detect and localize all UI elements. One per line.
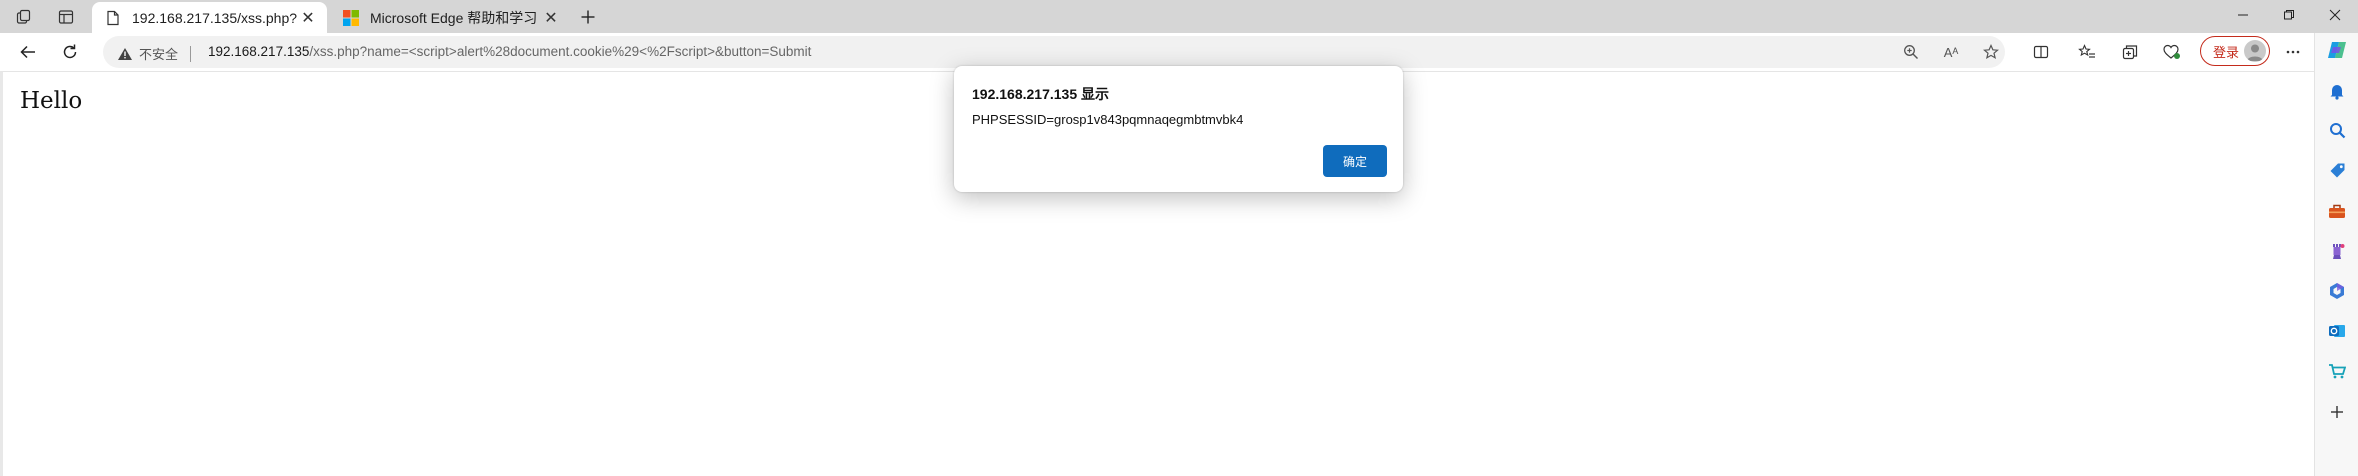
address-bar[interactable]: 不安全 192.168.217.135/xss.php?name=<script… (103, 36, 2005, 68)
avatar (2244, 40, 2266, 62)
favorites-icon[interactable] (2073, 38, 2101, 66)
add-icon[interactable] (2325, 400, 2349, 424)
shopping-icon[interactable] (2325, 359, 2349, 383)
refresh-icon[interactable] (55, 37, 85, 67)
bell-icon[interactable] (2325, 79, 2349, 103)
tab-title: 192.168.217.135/xss.php?name= (132, 9, 297, 26)
workspaces-icon[interactable] (12, 5, 36, 29)
dialog-message: PHPSESSID=grosp1v843pqmnaqegmbtmvbk4 (972, 112, 1244, 127)
tab-title: Microsoft Edge 帮助和学习 (370, 9, 538, 26)
new-tab-icon[interactable] (575, 4, 601, 30)
favorite-star-icon[interactable] (1979, 40, 2003, 64)
dialog-title: 192.168.217.135 显示 (972, 86, 1109, 102)
more-options-icon[interactable] (2279, 38, 2307, 66)
back-icon[interactable] (13, 37, 43, 67)
url-path: /xss.php?name=<script>alert%28document.c… (309, 44, 812, 59)
tag-icon[interactable] (2325, 158, 2349, 182)
tab-strip: 192.168.217.135/xss.php?name= ✕ Microsof… (0, 0, 2358, 33)
microsoft-logo-icon (342, 9, 360, 27)
alert-dialog: 192.168.217.135 显示 PHPSESSID=grosp1v843p… (954, 66, 1403, 192)
zoom-icon[interactable] (1899, 40, 1923, 64)
warning-icon (117, 47, 133, 61)
games-icon[interactable] (2325, 239, 2349, 263)
split-screen-icon[interactable] (2027, 38, 2055, 66)
read-aloud-glyph: Aᴬ (1943, 44, 1959, 60)
outlook-icon[interactable] (2325, 319, 2349, 343)
edge-sidebar (2314, 33, 2358, 476)
vertical-tabs-icon[interactable] (54, 5, 78, 29)
security-label: 不安全 (139, 47, 179, 62)
copilot-icon[interactable] (2325, 38, 2349, 62)
ok-button[interactable]: 确定 (1323, 145, 1387, 177)
restore-icon[interactable] (2266, 0, 2312, 30)
tab-xss-php[interactable]: 192.168.217.135/xss.php?name= ✕ (92, 2, 327, 33)
close-window-icon[interactable] (2312, 0, 2358, 30)
collections-icon[interactable] (2116, 38, 2144, 66)
url-host: 192.168.217.135 (208, 44, 310, 59)
close-tab-icon[interactable]: ✕ (297, 7, 319, 29)
tab-edge-help[interactable]: Microsoft Edge 帮助和学习 ✕ (330, 2, 570, 33)
office-icon[interactable] (2325, 279, 2349, 303)
minimize-icon[interactable] (2220, 0, 2266, 30)
document-icon (104, 9, 122, 27)
login-label: 登录 (2213, 44, 2240, 60)
divider (190, 45, 192, 62)
search-icon[interactable] (2325, 118, 2349, 142)
browser-essentials-icon[interactable] (2158, 38, 2186, 66)
close-tab-icon[interactable]: ✕ (540, 7, 562, 29)
toolbox-icon[interactable] (2325, 199, 2349, 223)
login-button[interactable]: 登录 (2200, 36, 2270, 66)
browser-window: 192.168.217.135/xss.php?name= ✕ Microsof… (0, 0, 2358, 476)
read-aloud-icon[interactable]: Aᴬ (1939, 40, 1963, 64)
url-text[interactable]: 192.168.217.135/xss.php?name=<script>ale… (208, 44, 811, 59)
page-body-text: Hello (20, 88, 83, 114)
security-indicator[interactable]: 不安全 (117, 44, 192, 63)
